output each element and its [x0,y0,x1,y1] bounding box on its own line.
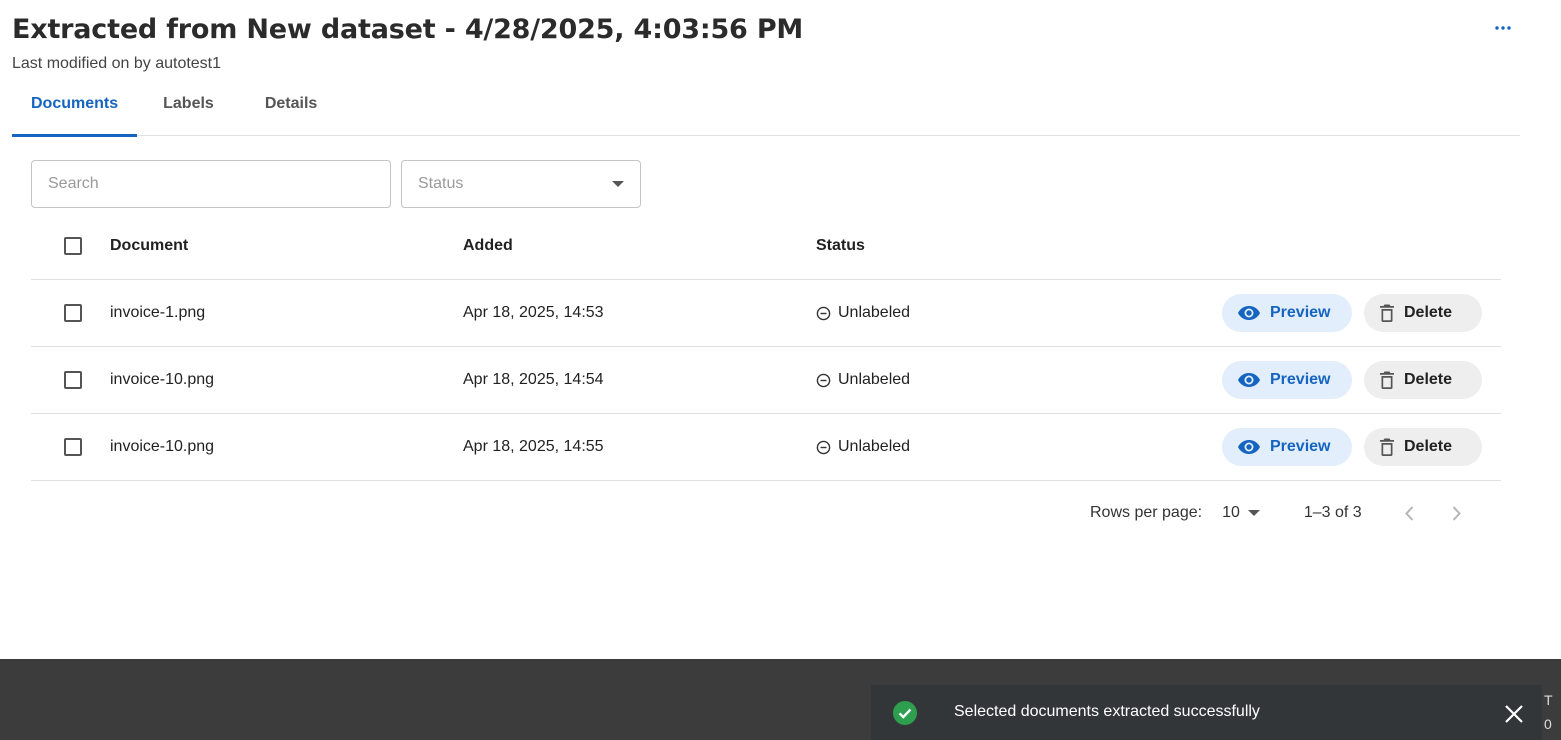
pagination: Rows per page: 10 1–3 of 3 [1090,500,1470,526]
column-header-added[interactable]: Added [463,237,513,255]
unlabeled-status-icon [816,440,831,454]
tab-details[interactable]: Details [246,84,336,136]
table-row: invoice-10.png Apr 18, 2025, 14:54 Unlab… [31,347,1501,414]
previous-page-button[interactable] [1397,500,1423,526]
row-checkbox[interactable] [64,371,82,389]
row-actions: Preview Delete [1222,428,1482,466]
table-header-row: Document Added Status [31,213,1501,280]
delete-button[interactable]: Delete [1364,294,1482,332]
documents-table: Document Added Status invoice-1.png Apr … [31,213,1501,481]
unlabeled-status-icon [816,373,831,387]
status-text: Unlabeled [838,304,911,321]
rows-per-page-select[interactable]: 10 [1222,504,1260,522]
added-date: Apr 18, 2025, 14:55 [463,438,604,455]
preview-label: Preview [1270,371,1331,388]
preview-button[interactable]: Preview [1222,428,1352,466]
delete-label: Delete [1404,438,1453,455]
page-title: Extracted from New dataset - 4/28/2025, … [12,14,804,45]
tab-bar: Documents Labels Details [12,84,1520,137]
success-toast: Selected documents extracted successfull… [871,685,1542,740]
more-horizontal-icon [1495,26,1511,30]
preview-label: Preview [1270,438,1331,455]
eye-icon [1238,440,1260,454]
preview-button[interactable]: Preview [1222,361,1352,399]
tab-labels[interactable]: Labels [144,84,233,136]
document-name: invoice-10.png [110,371,215,388]
document-name: invoice-1.png [110,304,206,321]
status-cell: Unlabeled [816,371,910,389]
preview-label: Preview [1270,304,1331,321]
status-text: Unlabeled [838,371,911,388]
edge-text-line: T [1544,692,1553,708]
toast-message: Selected documents extracted successfull… [954,703,1260,720]
table-row: invoice-10.png Apr 18, 2025, 14:55 Unlab… [31,414,1501,481]
table-row: invoice-1.png Apr 18, 2025, 14:53 Unlabe… [31,280,1501,347]
rows-per-page-label: Rows per page: [1090,504,1203,521]
dropdown-arrow-icon [612,181,624,187]
added-date: Apr 18, 2025, 14:54 [463,371,604,388]
search-input[interactable] [31,160,391,208]
delete-button[interactable]: Delete [1364,428,1482,466]
edge-text-line: 0 [1544,716,1552,732]
dropdown-arrow-icon [1247,510,1260,516]
row-checkbox[interactable] [64,304,82,322]
document-name: invoice-10.png [110,438,215,455]
unlabeled-status-icon [816,306,831,320]
edge-text: T 0 [1544,688,1553,736]
status-filter-select[interactable]: Status [401,160,641,208]
check-circle-icon [893,701,917,725]
close-icon [1505,705,1523,723]
toast-close-button[interactable] [1503,703,1525,725]
row-actions: Preview Delete [1222,294,1482,332]
next-page-button[interactable] [1444,500,1470,526]
trash-icon [1380,304,1394,322]
row-checkbox[interactable] [64,438,82,456]
trash-icon [1380,371,1394,389]
status-text: Unlabeled [838,438,911,455]
eye-icon [1238,373,1260,387]
delete-label: Delete [1404,304,1453,321]
added-date: Apr 18, 2025, 14:53 [463,304,604,321]
status-filter-placeholder: Status [418,175,464,192]
status-cell: Unlabeled [816,304,910,322]
chevron-right-icon [1452,505,1462,521]
delete-button[interactable]: Delete [1364,361,1482,399]
tab-documents[interactable]: Documents [12,84,138,137]
column-header-status[interactable]: Status [816,237,865,255]
select-all-checkbox[interactable] [64,237,82,255]
rows-per-page-value: 10 [1222,504,1240,521]
last-modified-text: Last modified on by autotest1 [12,55,222,72]
chevron-left-icon [1405,505,1414,521]
pagination-range: 1–3 of 3 [1303,504,1362,521]
trash-icon [1380,438,1394,456]
status-cell: Unlabeled [816,438,910,456]
more-options-button[interactable] [1490,18,1516,38]
row-actions: Preview Delete [1222,361,1482,399]
preview-button[interactable]: Preview [1222,294,1352,332]
delete-label: Delete [1404,371,1453,388]
eye-icon [1238,306,1260,320]
column-header-document[interactable]: Document [110,237,188,255]
